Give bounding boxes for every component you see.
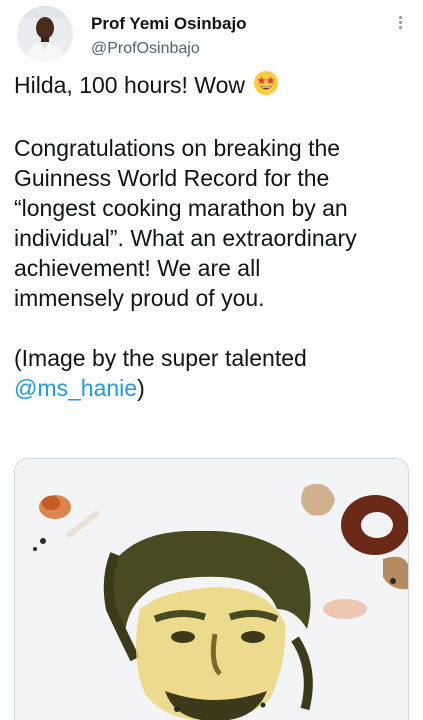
mention-suffix: ) [137,375,145,401]
star-struck-icon [253,70,279,103]
author-handle[interactable]: @ProfOsinbajo [91,40,200,58]
tweet-text: Hilda, 100 hours! Wow Congratulations on… [14,70,414,403]
tweet-paragraph-2-line-4: individual”. What an extraordinary [14,225,357,251]
avatar-image [17,6,73,62]
tweet-paragraph-2-line-1: Congratulations on breaking the [14,135,341,161]
tweet-paragraph-2-line-3: “longest cooking marathon by an [14,195,348,221]
food-portrait-image [15,459,408,720]
tweet-paragraph-3-line-1: (Image by the super talented [14,345,307,371]
tweet-paragraph-3-line-2: @ms_hanie) [14,373,414,403]
more-options-icon[interactable] [392,14,408,34]
tweet-header: Prof Yemi Osinbajo @ProfOsinbajo [0,0,423,70]
tweet-line-1: Hilda, 100 hours! Wow [14,70,414,103]
mention-link[interactable]: @ms_hanie [14,375,137,401]
tweet-media-image[interactable] [14,458,409,720]
tweet-paragraph-2-line-2: Guinness World Record for the [14,165,330,191]
tweet-paragraph-2-line-5: achievement! We are all [14,255,261,281]
author-name[interactable]: Prof Yemi Osinbajo [91,14,247,34]
tweet-line-1-text: Hilda, 100 hours! Wow [14,72,245,98]
tweet-paragraph-2-line-6: immensely proud of you. [14,285,265,311]
avatar[interactable] [17,6,73,62]
